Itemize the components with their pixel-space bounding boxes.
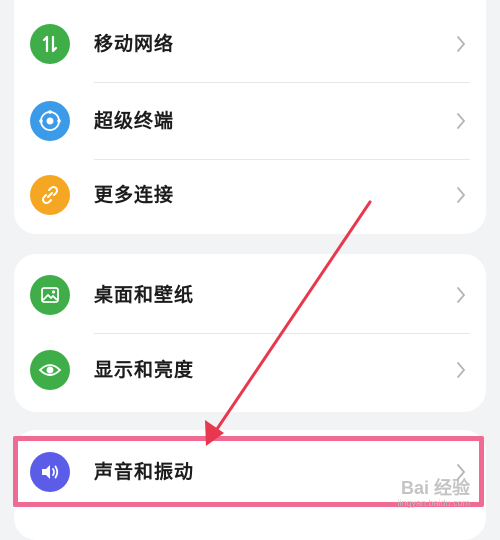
- mobile-network-row[interactable]: 移动网络: [14, 6, 486, 82]
- chevron-right-icon: [457, 187, 466, 203]
- settings-group-display: 桌面和壁纸 显示和亮度: [14, 254, 486, 412]
- mobile-network-label: 移动网络: [94, 33, 175, 55]
- watermark: Bai 经验 jingyan.baidu.com: [397, 474, 470, 508]
- mobile-data-icon: [30, 24, 70, 64]
- more-connections-label: 更多连接: [94, 184, 175, 206]
- link-icon: [30, 175, 70, 215]
- wallpaper-row[interactable]: 桌面和壁纸: [14, 257, 486, 333]
- wallpaper-icon: [30, 275, 70, 315]
- watermark-brand: Bai 经验: [400, 478, 470, 498]
- wallpaper-label: 桌面和壁纸: [94, 284, 195, 306]
- display-brightness-row[interactable]: 显示和亮度: [14, 332, 486, 408]
- chevron-right-icon: [457, 362, 466, 378]
- chevron-right-icon: [457, 287, 466, 303]
- settings-group-connectivity: 移动网络 超级终端 更多连接: [14, 0, 486, 234]
- watermark-url: jingyan.baidu.com: [397, 498, 470, 508]
- chevron-right-icon: [457, 113, 466, 129]
- more-connections-row[interactable]: 更多连接: [14, 157, 486, 233]
- super-device-row[interactable]: 超级终端: [14, 83, 486, 159]
- display-brightness-label: 显示和亮度: [94, 359, 195, 381]
- eye-icon: [30, 350, 70, 390]
- super-device-label: 超级终端: [94, 110, 175, 132]
- super-device-icon: [30, 101, 70, 141]
- chevron-right-icon: [457, 36, 466, 52]
